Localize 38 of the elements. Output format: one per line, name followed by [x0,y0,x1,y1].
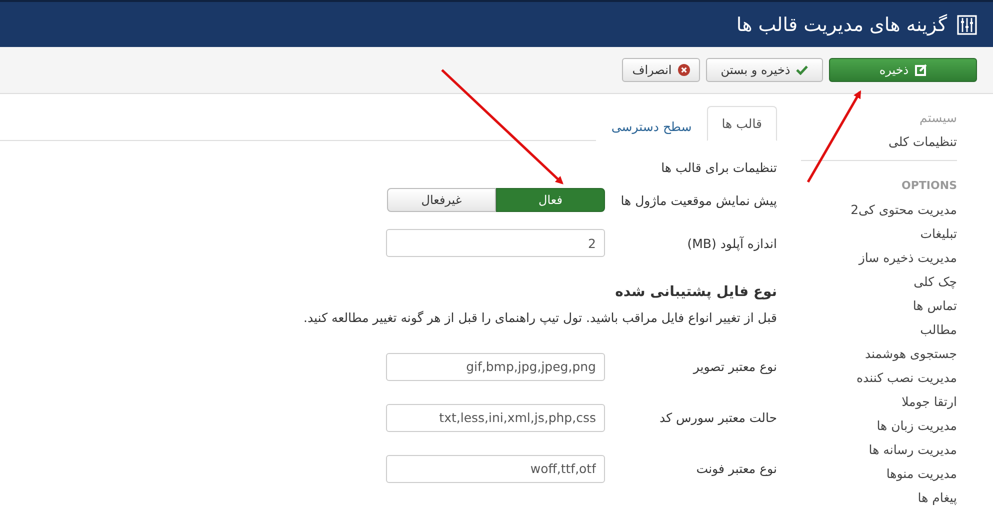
sidebar-item[interactable]: مدیریت نصب کننده [801,366,957,390]
edit-icon [914,64,927,76]
close-icon [678,64,690,76]
toggle-option[interactable]: فعال [496,188,605,212]
field-label: پیش نمایش موقعیت ماژول ها [620,192,777,208]
sidebar-item[interactable]: مدیریت زبان ها [801,414,957,438]
sidebar-item[interactable]: مدیریت رسانه ها [801,438,957,462]
input-field[interactable]: woff,ttf,otf [386,454,605,482]
sidebar-item[interactable]: پیغام ها [801,486,957,510]
sidebar-item[interactable]: مطالب [801,318,957,342]
sidebar-item[interactable]: ارتقا جوملا [801,390,957,414]
toggle-option[interactable]: غیرفعال [387,188,496,212]
sidebar-item[interactable]: مدیریت محتوی کی2 [801,198,957,222]
field-label: نوع معتبر تصویر [692,359,777,374]
input-field[interactable]: gif,bmp,jpg,jpeg,png [386,352,605,380]
sidebar-item[interactable]: تنظیمات کلی [801,130,957,154]
input-field[interactable]: txt,less,ini,xml,js,php,css [386,404,605,432]
input-field[interactable]: 2 [386,229,605,257]
cancel-button[interactable]: انصراف [622,58,700,82]
sidebar-item[interactable]: مدیریت منوها [801,462,957,486]
sidebar-item[interactable]: جستجوی هوشمند [801,342,957,366]
sidebar-item[interactable]: تبلیغات [801,222,957,246]
section-title: نوع فایل پشتیبانی شده [614,283,777,302]
sidebar-item[interactable]: تماس ها [801,294,957,318]
intro-text: تنظیمات برای قالب ها [660,159,777,177]
sidebar-item[interactable]: مدیریت ذخیره ساز [801,246,957,270]
save-close-button[interactable]: ذخیره و بستن [706,58,823,82]
check-icon [796,65,808,75]
sidebar-item[interactable]: چک کلی [801,270,957,294]
sliders-icon [957,14,977,34]
save-button[interactable]: ذخیره [829,58,977,82]
field-label: اندازه آپلود (MB) [686,236,777,250]
section-note: قبل از تغییر انواع فایل مراقب باشید. تول تیپ راهنمای را قبل از هر گونه تغییر مطالعه کنید. [302,309,777,327]
field-label: حالت معتبر سورس کد [658,410,777,425]
tab[interactable]: قالب ها [706,106,777,141]
field-label: نوع معتبر فونت [695,461,777,476]
sidebar-heading: OPTIONS [900,178,957,194]
page-title: گزینه های مدیریت قالب ها [736,14,947,36]
